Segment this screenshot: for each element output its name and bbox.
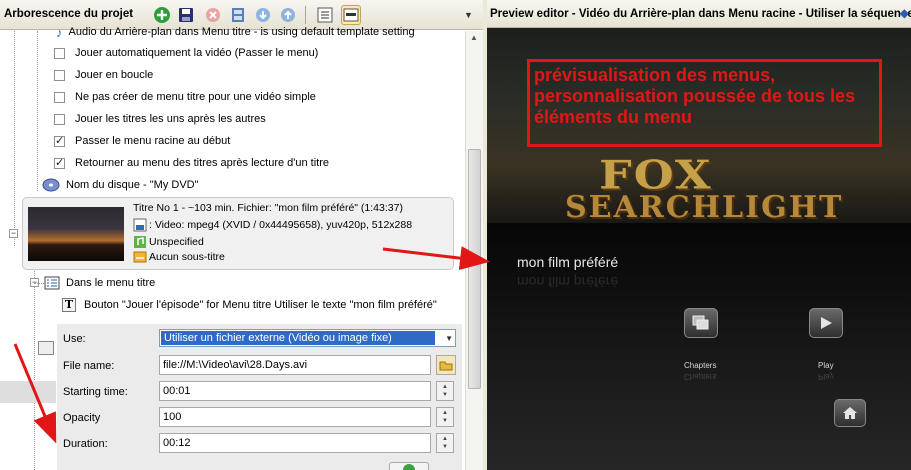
music-note-icon: ♪: [56, 24, 63, 40]
tree-item-audio[interactable]: ♪ Audio du Arrière-plan dans Menu titre …: [56, 22, 415, 42]
tree-line: [37, 31, 38, 191]
list-icon: [317, 7, 333, 23]
properties-form: Use: Utiliser un fichier externe (Vidéo …: [57, 324, 462, 470]
filename-field[interactable]: file://M:\Video\avi\28.Days.avi: [159, 355, 431, 375]
collapse-toggle[interactable]: −: [9, 229, 18, 238]
option-label: Passer le menu racine au début: [75, 135, 231, 147]
film-cut-icon: [232, 8, 244, 22]
project-tree-panel: Arborescence du projet ▼ − − ♪ Audio du …: [0, 0, 483, 470]
title-info: Titre No 1 - ~103 min. Fichier: "mon fil…: [133, 202, 403, 214]
tree-item-label: Nom du disque - "My DVD": [66, 179, 199, 191]
checkbox[interactable]: [54, 91, 65, 103]
play-icon: [821, 317, 832, 329]
home-icon: [843, 407, 857, 419]
duration-field[interactable]: 00:12: [159, 433, 431, 453]
use-label: Use:: [63, 333, 86, 345]
save-icon: [179, 8, 193, 22]
image-icon: [38, 341, 54, 355]
play-label-reflection: Play: [818, 372, 834, 381]
tree-node-title-menu[interactable]: Dans le menu titre: [44, 273, 155, 293]
option-label: Ne pas créer de menu titre pour une vidé…: [75, 91, 316, 103]
ok-icon: [403, 464, 415, 470]
play-label: Play: [818, 361, 834, 370]
tree-item-label: Audio du Arrière-plan dans Menu titre - …: [68, 26, 415, 38]
option-label: Jouer en boucle: [75, 69, 154, 81]
apply-button[interactable]: [389, 462, 429, 470]
arrow-down-icon: [256, 8, 270, 22]
tree-line: [34, 271, 35, 470]
browse-button[interactable]: [436, 355, 456, 375]
option-loop[interactable]: Jouer en boucle: [54, 65, 153, 85]
tree-line: [14, 31, 15, 246]
starting-time-field[interactable]: 00:01: [159, 381, 431, 401]
option-skip-root-menu[interactable]: Passer le menu racine au début: [54, 131, 230, 151]
folder-icon: [439, 361, 453, 371]
filename-label: File name:: [63, 360, 115, 372]
audio-info: Unspecified: [133, 235, 204, 249]
checkbox[interactable]: [54, 69, 65, 81]
video-file-icon: [133, 218, 147, 232]
checkbox[interactable]: [54, 47, 65, 59]
tree-selection-row: [0, 381, 56, 403]
tree-scrollbar[interactable]: ▲: [465, 31, 483, 470]
opacity-field[interactable]: 100: [159, 407, 431, 427]
menu-film-title-reflection: mon film préféré: [517, 274, 619, 290]
scroll-up-icon[interactable]: ▲: [470, 33, 478, 42]
option-return-to-titles[interactable]: Retourner au menu des titres après lectu…: [54, 153, 329, 173]
audio-track-icon: [134, 236, 146, 248]
use-select-value: Utiliser un fichier externe (Vidéo ou im…: [161, 331, 435, 345]
menu-film-title[interactable]: mon film préféré: [517, 254, 618, 270]
logo-searchlight: SEARCHLIGHT: [565, 190, 844, 225]
subtitle-info: Aucun sous-titre: [133, 251, 225, 263]
checkbox-checked[interactable]: [54, 134, 65, 147]
option-autoplay[interactable]: Jouer automatiquement la vidéo (Passer l…: [54, 43, 318, 63]
pin-icon[interactable]: ◆: [900, 6, 909, 20]
chevron-down-icon[interactable]: ▼: [445, 334, 453, 343]
starting-time-label: Starting time:: [63, 386, 128, 398]
annotation-box: prévisualisation des menus, personnalisa…: [527, 59, 882, 147]
disc-icon: [42, 178, 60, 192]
starting-time-spinner[interactable]: ▲ ▼: [436, 381, 454, 401]
option-label: Jouer les titres les uns après les autre…: [75, 113, 266, 125]
use-select[interactable]: Utiliser un fichier externe (Vidéo ou im…: [159, 329, 456, 347]
subtitle-icon: [133, 251, 147, 263]
tree-item-label: Dans le menu titre: [66, 277, 156, 289]
text-icon: T: [62, 298, 76, 312]
tree-line: [34, 283, 44, 284]
video-info: : Video: mpeg4 (XVID / 0x44495658), yuv4…: [133, 218, 412, 232]
option-label: Jouer automatiquement la vidéo (Passer l…: [75, 47, 319, 59]
title-card[interactable]: Titre No 1 - ~103 min. Fichier: "mon fil…: [22, 197, 454, 270]
panel-icon: [343, 8, 359, 22]
video-thumbnail: [28, 207, 124, 261]
option-no-title-menu[interactable]: Ne pas créer de menu titre pour une vidé…: [54, 87, 316, 107]
chevron-down-icon[interactable]: ▼: [464, 10, 473, 20]
chapters-label-reflection: Chapters: [684, 372, 717, 381]
checkbox-checked[interactable]: [54, 156, 65, 169]
delete-icon: [206, 8, 220, 22]
preview-editor-header: Preview editor - Vidéo du Arrière-plan d…: [487, 0, 911, 28]
tree-item-disc-name[interactable]: Nom du disque - "My DVD": [42, 175, 199, 195]
annotation-text: prévisualisation des menus, personnalisa…: [534, 65, 856, 127]
home-button[interactable]: [834, 399, 866, 427]
panel-title: Arborescence du projet: [4, 8, 134, 20]
opacity-spinner[interactable]: ▲ ▼: [436, 407, 454, 427]
panel-title: Preview editor - Vidéo du Arrière-plan d…: [490, 8, 911, 20]
opacity-label: Opacity: [63, 412, 101, 424]
preview-editor-panel: FOX SEARCHLIGHT Preview editor - Vidéo d…: [487, 0, 911, 470]
chapters-button[interactable]: [684, 308, 718, 338]
chapters-label: Chapters: [684, 361, 717, 370]
menu-list-icon: [44, 276, 60, 290]
arrow-up-icon: [281, 8, 295, 22]
duration-spinner[interactable]: ▲ ▼: [436, 433, 454, 453]
duration-label: Duration:: [63, 438, 108, 450]
tree-item-play-button[interactable]: T Bouton "Jouer l'épisode" for Menu titr…: [62, 295, 437, 315]
checkbox[interactable]: [54, 113, 65, 125]
option-label: Retourner au menu des titres après lectu…: [75, 157, 330, 169]
chapters-icon: [692, 315, 709, 330]
scrollbar-thumb[interactable]: [468, 149, 481, 389]
tree-item-label: Bouton "Jouer l'épisode" for Menu titre …: [84, 299, 437, 311]
option-play-sequential[interactable]: Jouer les titres les uns après les autre…: [54, 109, 266, 129]
play-button[interactable]: [809, 308, 843, 338]
